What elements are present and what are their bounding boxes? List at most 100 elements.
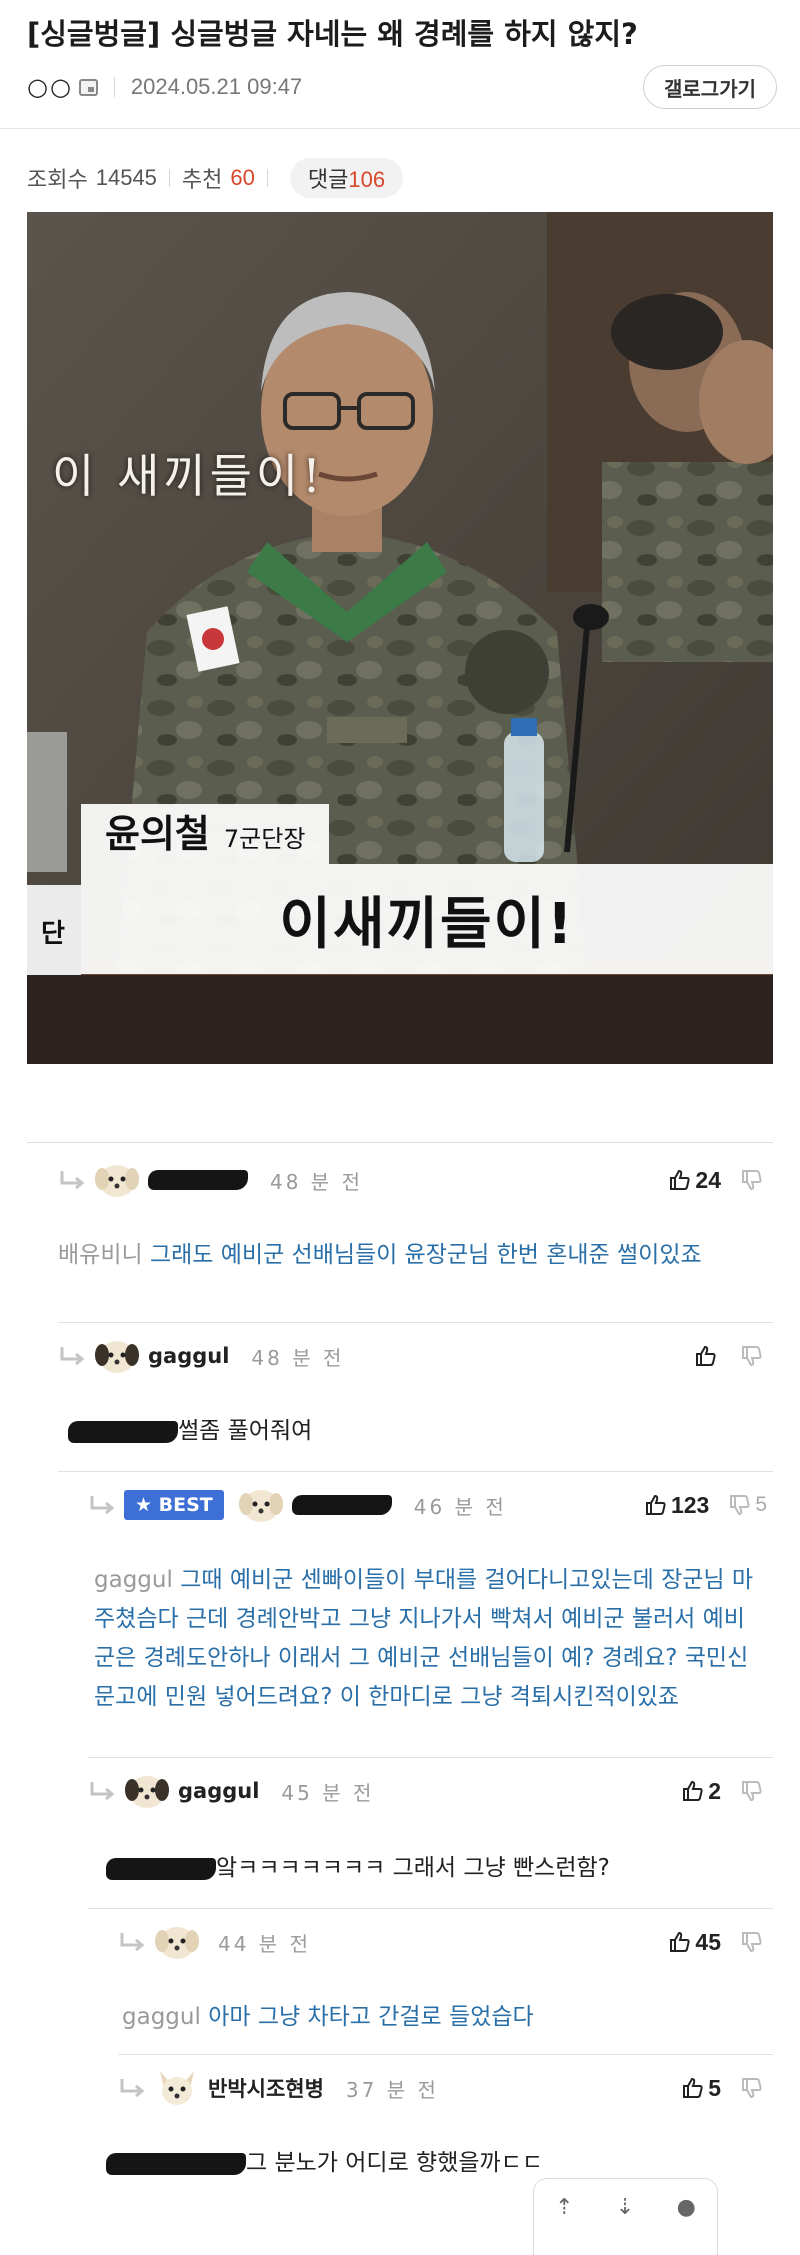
divider xyxy=(113,77,115,97)
puppy-avatar-icon[interactable] xyxy=(238,1484,284,1526)
mention-nick: gaggul xyxy=(122,2004,201,2030)
comments-count: 106 xyxy=(348,167,386,192)
comment-text: 그래도 예비군 선배님들이 윤장군님 한번 혼내준 썰이있죠 xyxy=(149,1242,702,1268)
comment-text: 아마 그냥 차타고 간걸로 들었습다 xyxy=(208,2004,534,2030)
redacted-mention xyxy=(68,1420,178,1443)
more-icon[interactable]: ● xyxy=(677,2195,696,2220)
thumbs-down-icon xyxy=(742,1932,762,1953)
comment-body: 썰좀 풀어줘여 xyxy=(68,1412,763,1451)
divider xyxy=(0,128,800,129)
comment-text: 앜ㅋㅋㅋㅋㅋㅋㅋ 그래서 그냥 빤스런함? xyxy=(216,1855,610,1881)
post-stats: 조회수 14545 추천 60 댓글106 xyxy=(27,158,404,198)
comment-nickname[interactable]: gaggul xyxy=(178,1779,259,1803)
views-label: 조회수 xyxy=(27,168,88,193)
comment-time: 48 분 전 xyxy=(270,1169,363,1194)
subtitle-text: 이새끼들이! xyxy=(279,891,575,957)
upvote-count: 24 xyxy=(695,1166,721,1193)
thumbs-down-icon xyxy=(730,1495,750,1516)
redacted-nickname xyxy=(291,1495,392,1515)
name-caption-box: 윤의철 7군단장 xyxy=(81,804,330,864)
comment-text: 그때 예비군 센빠이들이 부대를 걸어다니고있는데 장군님 마주쳤슴다 근데 경… xyxy=(94,1567,754,1710)
views-count: 14545 xyxy=(95,165,157,190)
puppy-avatar-icon[interactable] xyxy=(94,1335,140,1377)
puppy-avatar-icon[interactable] xyxy=(154,1921,200,1963)
redacted-nickname xyxy=(148,1170,248,1190)
puppy-avatar-icon[interactable] xyxy=(94,1159,140,1201)
floating-nav: ⇡ ⇣ ● xyxy=(533,2178,718,2255)
image-overlay-text: 이 새끼들이! xyxy=(52,449,325,503)
comments-label: 댓글 xyxy=(307,168,349,193)
chihuahua-avatar-icon[interactable] xyxy=(154,2067,200,2109)
downvote-button[interactable]: 5 xyxy=(729,1493,767,1517)
thumbs-down-icon xyxy=(742,1346,762,1367)
upvote-button[interactable]: 2 xyxy=(682,1778,721,1805)
scroll-up-icon[interactable]: ⇡ xyxy=(555,2195,573,2220)
comment-item: gaggul 45 분 전 2 앜ㅋㅋㅋㅋㅋㅋㅋ 그래서 그냥 빤스런함? xyxy=(88,1759,773,1909)
divider xyxy=(266,169,268,187)
comment-nickname[interactable]: gaggul xyxy=(148,1344,229,1368)
post-date: 2024.05.21 09:47 xyxy=(130,74,303,99)
thumbs-up-icon xyxy=(696,1345,716,1366)
thumbs-up-icon xyxy=(683,2077,703,2098)
vote-box: 24 xyxy=(669,1148,767,1212)
reply-arrow-icon xyxy=(120,2079,145,2098)
vote-box: 123 5 xyxy=(645,1473,767,1537)
author-name[interactable]: ○○ xyxy=(27,73,73,101)
recommend-label: 추천 xyxy=(181,168,223,193)
comment-time: 48 분 전 xyxy=(251,1345,345,1370)
comment-body: 배유비니 그래도 예비군 선배님들이 윤장군님 한번 혼내준 썰이있죠 xyxy=(58,1236,763,1275)
upvote-count: 2 xyxy=(708,1777,721,1804)
reply-arrow-icon xyxy=(90,1782,115,1801)
upvote-button[interactable] xyxy=(695,1345,721,1367)
upvote-button[interactable]: 5 xyxy=(682,2075,721,2102)
vote-box: 2 xyxy=(682,1759,767,1823)
redacted-mention xyxy=(106,1857,216,1880)
comment-item: gaggul 48 분 전 썰좀 풀어줘여 xyxy=(58,1324,773,1472)
upvote-count: 45 xyxy=(695,1928,721,1955)
best-badge: ★ BEST xyxy=(124,1490,224,1520)
vote-box xyxy=(695,1324,767,1388)
thumbs-up-icon xyxy=(683,1780,703,1801)
comment-item: 44 분 전 45 gaggul 아마 그냥 차타고 간걸로 들었습다 xyxy=(118,1910,773,2055)
puppy-avatar-icon[interactable] xyxy=(124,1770,170,1812)
upvote-button[interactable]: 123 xyxy=(645,1492,709,1519)
downvote-button[interactable] xyxy=(741,1345,767,1367)
comments-divider xyxy=(27,1142,773,1143)
downvote-button[interactable] xyxy=(741,2077,767,2099)
upvote-button[interactable]: 24 xyxy=(669,1167,721,1194)
comment-nickname[interactable]: 반박시조현병 xyxy=(208,2073,324,2103)
reply-arrow-icon xyxy=(60,1171,85,1190)
downvote-button[interactable] xyxy=(741,1780,767,1802)
thumbs-down-icon xyxy=(742,1170,762,1191)
vote-box: 45 xyxy=(669,1910,767,1974)
comment-header: gaggul 48 분 전 xyxy=(58,1324,773,1388)
comment-header: 48 분 전 xyxy=(58,1148,773,1212)
fixed-nick-icon xyxy=(78,78,98,96)
post-image: 이 새끼들이! 윤의철 7군단장 이새끼들이! 단 xyxy=(27,212,773,1064)
thumbs-up-icon xyxy=(670,1169,690,1190)
post-meta: ○○ 2024.05.21 09:47 갤로그가기 xyxy=(27,64,777,110)
gallog-button[interactable]: 갤로그가기 xyxy=(643,65,777,109)
thumbs-down-icon xyxy=(742,2078,762,2099)
scroll-down-icon[interactable]: ⇣ xyxy=(616,2195,634,2220)
comment-header: 반박시조현병 37 분 전 xyxy=(118,2056,773,2120)
upvote-button[interactable]: 45 xyxy=(669,1929,721,1956)
downvote-button[interactable] xyxy=(741,1169,767,1191)
thumbs-up-icon xyxy=(670,1931,690,1952)
left-caption-card: 단 xyxy=(27,885,81,975)
comment-time: 44 분 전 xyxy=(218,1931,311,1956)
comment-item-best: ★ BEST 46 분 전 123 5 gaggul 그때 예비군 센빠이들이 … xyxy=(88,1473,773,1758)
mention-nick: gaggul xyxy=(94,1567,173,1593)
downvote-count: 5 xyxy=(755,1493,767,1516)
divider xyxy=(168,169,170,187)
downvote-button[interactable] xyxy=(741,1931,767,1953)
comment-time: 46 분 전 xyxy=(413,1494,507,1519)
vote-box: 5 xyxy=(682,2056,767,2120)
name-caption: 윤의철 xyxy=(105,812,210,856)
comment-time: 37 분 전 xyxy=(345,2077,439,2102)
comments-pill[interactable]: 댓글106 xyxy=(289,158,404,198)
comment-body: gaggul 아마 그냥 차타고 간걸로 들었습다 xyxy=(122,1998,763,2037)
comment-text: 썰좀 풀어줘여 xyxy=(178,1418,313,1444)
comment-time: 45 분 전 xyxy=(281,1780,375,1805)
recommend-count: 60 xyxy=(230,165,255,190)
